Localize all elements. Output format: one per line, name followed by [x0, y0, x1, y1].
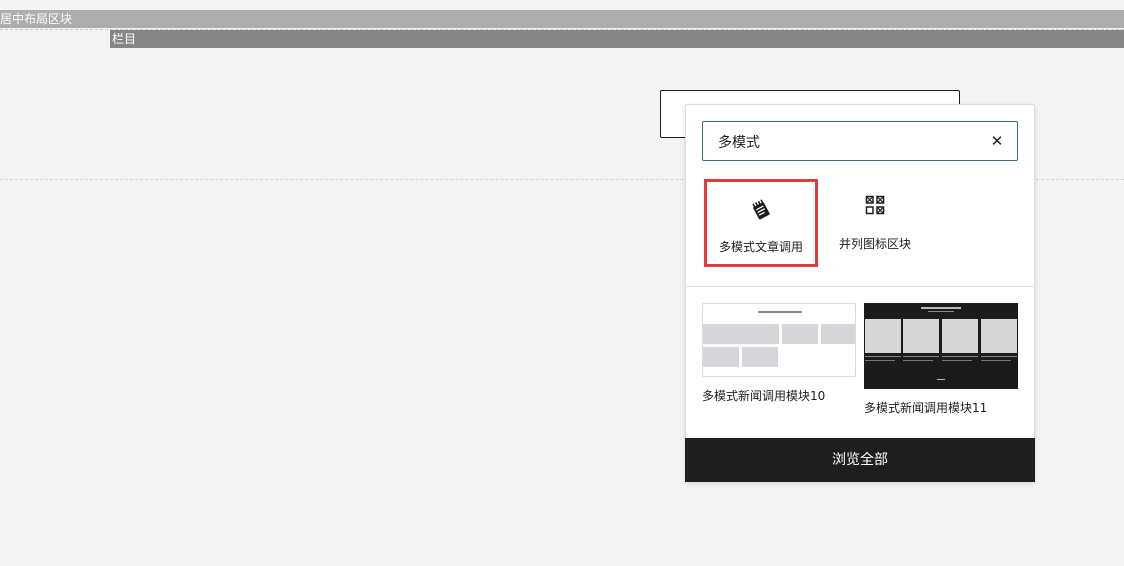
- section-divider: [686, 286, 1034, 287]
- pattern-label: 多模式新闻调用模块11: [864, 401, 988, 415]
- pattern-item-news-10[interactable]: 多模式新闻调用模块10: [702, 303, 856, 404]
- block-search-input[interactable]: [703, 122, 990, 162]
- notepad-icon: [707, 198, 815, 222]
- block-item-multimode-post[interactable]: 多模式文章调用: [704, 179, 818, 267]
- block-search-box: ✕: [702, 121, 1018, 162]
- browse-all-button[interactable]: 浏览全部: [685, 438, 1035, 482]
- pattern-preview: [702, 303, 856, 377]
- block-item-parallel-icons[interactable]: 并列图标区块: [818, 179, 932, 267]
- outer-block-label[interactable]: 居中布局区块: [0, 10, 1124, 28]
- column-block-label[interactable]: 栏目: [110, 30, 1124, 48]
- pattern-preview: [864, 303, 1018, 389]
- block-inserter-popover: ✕ 多模式文章调用: [685, 104, 1035, 482]
- pattern-label: 多模式新闻调用模块10: [702, 389, 826, 403]
- close-icon[interactable]: ✕: [987, 131, 1007, 151]
- grid-icon: [818, 195, 932, 219]
- pattern-item-news-11[interactable]: 多模式新闻调用模块11: [864, 303, 1018, 416]
- block-item-label: 并列图标区块: [838, 237, 911, 251]
- block-item-label: 多模式文章调用: [718, 240, 803, 254]
